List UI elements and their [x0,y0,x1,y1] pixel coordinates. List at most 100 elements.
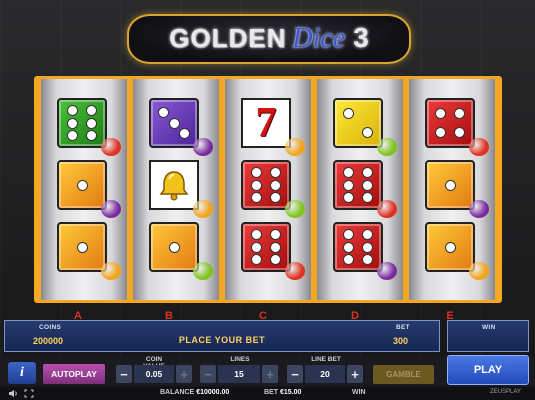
fruit-icon [193,138,213,156]
reel-cell [329,156,397,218]
die-pip [86,105,96,115]
reel-b [133,79,219,300]
orange-die-1-icon [425,222,475,272]
die-pip [454,127,464,137]
autoplay-button[interactable]: AUTOPLAY [43,364,105,384]
reel-cell [145,94,213,156]
die-pip [362,167,372,177]
die-pip [77,242,87,252]
fruit-icon [469,262,489,280]
reel-e [409,79,495,300]
orange-die-1-icon [57,222,107,272]
reel-c: 7 [225,79,311,300]
info-button[interactable]: i [8,362,36,384]
die-pip [270,242,280,252]
die-pip [344,255,354,265]
die-pip [362,242,372,252]
die-pip [77,180,87,190]
line-bet-minus-button[interactable]: − [287,365,303,383]
reel-cell [421,94,489,156]
footer-bet-value: €15.00 [279,389,302,396]
reel-cell [421,218,489,280]
green-die-6-icon [57,98,107,148]
lines-label: LINES [230,356,250,363]
red-die-6-icon [241,160,291,210]
reel-cell [53,94,121,156]
die-pip [362,255,372,265]
balance-label: BALANCE [160,389,195,396]
die-pip [344,167,354,177]
reel-cell [145,218,213,280]
reel-d [317,79,403,300]
reels-frame: 7 [34,76,502,303]
coin-value-plus-button[interactable]: + [176,365,192,383]
purple-die-3-icon [149,98,199,148]
footer-balance: BALANCE €10000.00 [160,389,229,396]
sound-icon[interactable] [8,389,18,398]
fruit-icon [285,138,305,156]
gamble-button[interactable]: GAMBLE [373,365,434,384]
die-pip [270,180,280,190]
line-bet-plus-button[interactable]: + [347,365,363,383]
logo-number: 3 [353,22,369,53]
lines-minus-button[interactable]: − [200,365,216,383]
yellow-die-2-icon [333,98,383,148]
footer-win-label: WIN [352,389,366,396]
die-pip [344,109,354,119]
die-pip [252,180,262,190]
reel-cell: 7 [237,94,305,156]
die-pip [270,229,280,239]
die-pip [362,180,372,190]
fruit-icon [469,138,489,156]
die-pip [252,242,262,252]
reel-cell [329,218,397,280]
logo-word-dice: Dice [292,23,346,54]
die-pip [445,242,455,252]
lines-field: 15 [218,365,260,383]
brand-logo: ZEUSPLAY [490,389,521,395]
coin-value-minus-button[interactable]: − [116,365,132,383]
die-pip [86,131,96,141]
orange-die-1-icon [149,222,199,272]
bell-icon [149,160,199,210]
die-pip [454,109,464,119]
footer-bet: BET €15.00 [264,389,301,396]
reel-cell [329,94,397,156]
orange-die-1-icon [425,160,475,210]
fruit-icon [101,138,121,156]
red-die-6-icon [241,222,291,272]
die-pip [445,180,455,190]
die-pip [86,118,96,128]
die-pip [179,128,189,138]
die-pip [436,127,446,137]
die-pip [159,108,169,118]
die-pip [68,105,78,115]
reel-cell [53,156,121,218]
die-pip [270,255,280,265]
fruit-icon [285,200,305,218]
fullscreen-icon[interactable] [24,389,34,398]
die-pip [252,193,262,203]
die-pip [344,242,354,252]
reel-cell [237,156,305,218]
fruit-icon [285,262,305,280]
play-button[interactable]: PLAY [447,355,529,385]
die-pip [344,193,354,203]
die-pip [169,118,179,128]
fruit-icon [377,138,397,156]
die-pip [68,118,78,128]
fruit-icon [101,200,121,218]
line-bet-field: 20 [305,365,345,383]
die-pip [344,229,354,239]
red-die-6-icon [333,222,383,272]
line-bet-label: LINE BET [311,356,341,363]
orange-die-1-icon [57,160,107,210]
logo-word-golden: GOLDEN [169,23,287,53]
fruit-icon [377,262,397,280]
reel-cell [421,156,489,218]
die-pip [68,131,78,141]
info-bar: COINS 200000 PLACE YOUR BET BET 300 [4,320,440,352]
fruit-icon [193,200,213,218]
lines-plus-button[interactable]: + [262,365,278,383]
reel-cell [237,218,305,280]
